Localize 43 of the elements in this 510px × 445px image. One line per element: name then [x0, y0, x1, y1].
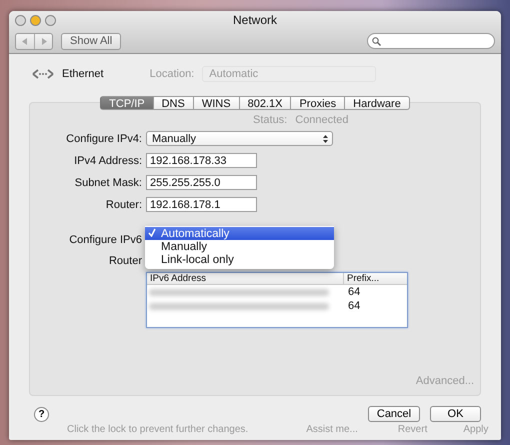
close-button[interactable] — [15, 14, 26, 26]
field-label: Router — [108, 255, 142, 267]
left-arrow-icon — [22, 38, 28, 44]
column-header[interactable]: Prefix... — [343, 273, 407, 284]
stepper-icon — [323, 134, 328, 142]
menu-item[interactable]: Manually — [145, 240, 334, 253]
tab[interactable]: WINS — [194, 96, 240, 110]
tab[interactable]: 802.1X — [240, 96, 292, 110]
status-value: Connected — [295, 114, 348, 127]
field-label: IPv4 Address: — [73, 154, 142, 166]
tab[interactable]: TCP/IP — [100, 96, 154, 110]
service-name: Ethernet — [62, 68, 104, 80]
checkmark-icon — [148, 228, 156, 236]
status-label: Status: — [253, 114, 288, 127]
table-cell-text: 64 — [347, 300, 362, 312]
help-button[interactable]: ? — [34, 406, 49, 422]
tab[interactable]: Proxies — [291, 96, 346, 110]
tab[interactable]: Hardware — [345, 96, 410, 110]
dialog-button[interactable]: OK — [430, 406, 481, 422]
search-icon — [372, 36, 381, 46]
field-label: Configure IPv4: — [65, 132, 142, 144]
menu-item[interactable]: Link-local only — [145, 253, 334, 266]
minimize-button[interactable] — [30, 14, 41, 26]
field-label: Configure IPv6 — [68, 234, 142, 246]
table-cell-text: 64 — [347, 286, 362, 298]
dialog-button[interactable]: Cancel — [368, 406, 420, 422]
tab[interactable]: DNS — [154, 96, 194, 110]
ethernet-icon — [32, 68, 54, 80]
location-label: Location: — [150, 68, 194, 80]
field-label: Subnet Mask: — [74, 176, 142, 188]
menu-item[interactable]: Automatically — [145, 227, 334, 240]
column-header[interactable]: IPv6 Address — [147, 273, 343, 284]
field-label: Router: — [104, 198, 142, 210]
ipv4-popup[interactable]: Manually — [146, 131, 333, 146]
right-arrow-icon — [40, 38, 46, 44]
input-field[interactable]: 255.255.255.0 — [146, 175, 257, 190]
lock-note: Click the lock to prevent further changes. — [67, 424, 248, 435]
search-field[interactable] — [367, 33, 495, 49]
show-all-button[interactable]: Show All — [61, 32, 122, 50]
window-title: Network — [232, 13, 277, 27]
input-field[interactable]: 192.168.178.33 — [146, 153, 257, 168]
zoom-button[interactable] — [45, 14, 56, 26]
input-field[interactable]: 192.168.178.1 — [146, 197, 257, 212]
